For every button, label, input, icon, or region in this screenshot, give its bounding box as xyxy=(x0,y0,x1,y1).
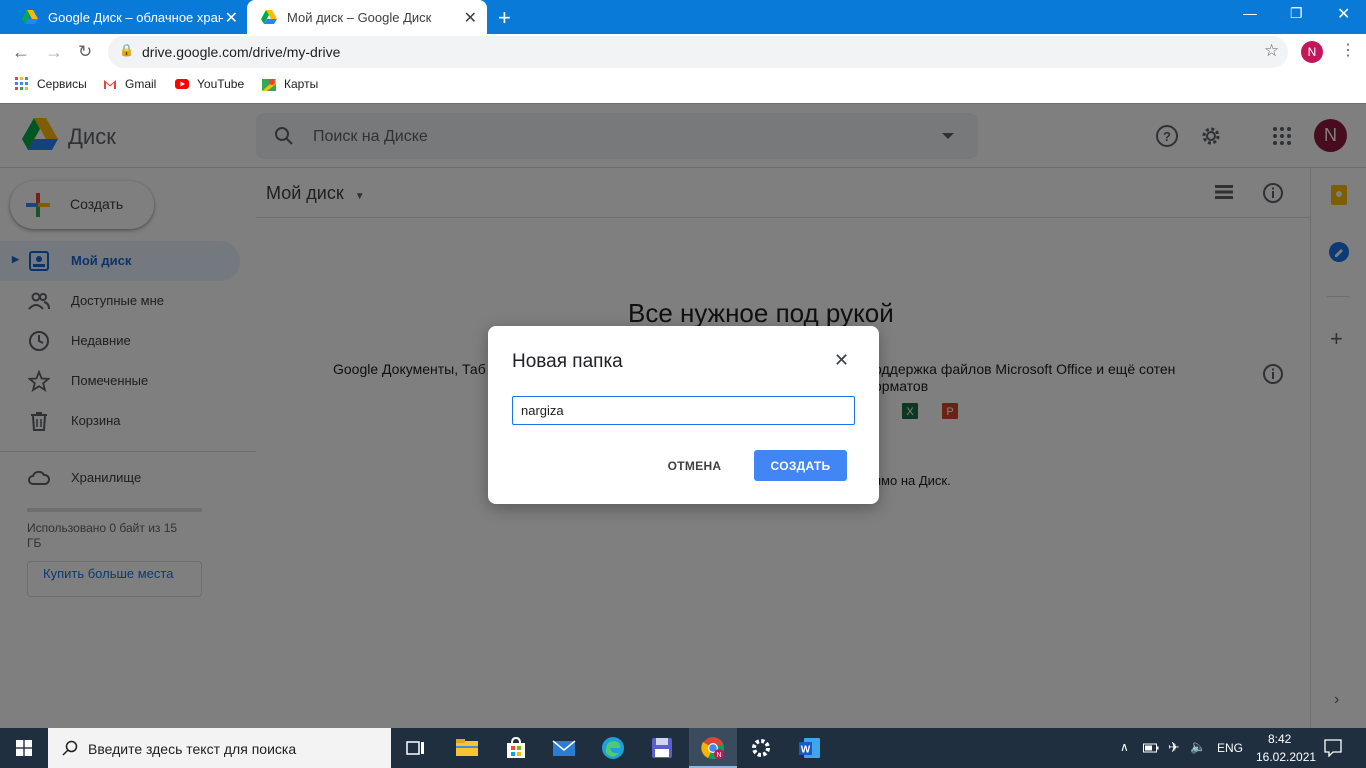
bookmark-label: Сервисы xyxy=(37,77,87,91)
taskbar-search-box[interactable]: Введите здесь текст для поиска xyxy=(48,728,391,768)
browser-tab-strip: Google Диск – облачное хранил ✕ Мой диск… xyxy=(0,0,1366,34)
url-text[interactable]: drive.google.com/drive/my-drive xyxy=(142,44,340,60)
clock-time[interactable]: 8:42 xyxy=(1268,732,1291,746)
battery-icon[interactable] xyxy=(1143,742,1159,754)
minimize-icon[interactable]: — xyxy=(1243,5,1257,21)
store-icon[interactable] xyxy=(504,736,528,760)
chrome-icon: N xyxy=(701,737,724,760)
notifications-icon[interactable] xyxy=(1324,739,1342,757)
menu-kebab-icon[interactable]: ⋮ xyxy=(1340,40,1356,60)
bookmark-item[interactable]: Сервисы xyxy=(15,77,87,91)
windows-taskbar: Введите здесь текст для поиска N W ∧ ✈ 🔈… xyxy=(0,728,1366,768)
gmail-icon xyxy=(104,80,116,89)
bookmark-item[interactable]: YouTube xyxy=(175,77,244,91)
tab-title: Google Диск – облачное хранил xyxy=(48,9,223,25)
show-hidden-icons-icon[interactable]: ∧ xyxy=(1120,740,1129,754)
airplane-mode-icon[interactable]: ✈ xyxy=(1168,739,1180,756)
bookmark-item[interactable]: Карты xyxy=(262,77,318,91)
bookmark-star-icon[interactable]: ☆ xyxy=(1264,41,1279,61)
profile-avatar[interactable]: N xyxy=(1301,41,1323,63)
bookmark-item[interactable]: Gmail xyxy=(103,77,156,91)
new-folder-dialog: Новая папка ✕ ОТМЕНА СОЗДАТЬ xyxy=(488,326,879,504)
bookmarks-bar: Сервисы Gmail YouTube Карты xyxy=(0,70,1366,102)
bookmark-label: YouTube xyxy=(197,77,245,91)
clock-date[interactable]: 16.02.2021 xyxy=(1256,750,1316,764)
bookmark-label: Карты xyxy=(284,77,319,91)
windows-start-icon[interactable] xyxy=(16,740,32,756)
system-tray: ∧ ✈ 🔈 ENG 8:42 16.02.2021 xyxy=(1110,728,1366,768)
task-view-icon[interactable] xyxy=(404,736,428,760)
cancel-button[interactable]: ОТМЕНА xyxy=(653,450,736,481)
close-tab-icon[interactable]: ✕ xyxy=(225,8,238,28)
browser-tab[interactable]: Google Диск – облачное хранил ✕ xyxy=(8,0,248,34)
volume-icon[interactable]: 🔈 xyxy=(1190,739,1206,755)
save-floppy-icon[interactable] xyxy=(650,736,674,760)
browser-tab-active[interactable]: Мой диск – Google Диск ✕ xyxy=(247,0,487,34)
search-icon xyxy=(62,740,78,756)
settings-gear-icon[interactable] xyxy=(749,736,773,760)
drive-favicon-icon xyxy=(261,10,277,24)
new-tab-icon[interactable]: + xyxy=(498,5,511,31)
bookmark-label: Gmail xyxy=(125,77,157,91)
close-window-icon[interactable]: ✕ xyxy=(1337,4,1350,24)
lock-icon: 🔒 xyxy=(119,43,134,57)
apps-grid-icon xyxy=(15,77,28,90)
restore-icon[interactable]: ❐ xyxy=(1290,5,1303,22)
edge-icon[interactable] xyxy=(601,736,625,760)
svg-text:W: W xyxy=(801,745,811,756)
close-tab-icon[interactable]: ✕ xyxy=(464,8,477,28)
svg-text:N: N xyxy=(716,752,721,759)
youtube-icon xyxy=(175,79,189,89)
word-icon[interactable]: W xyxy=(798,736,822,760)
mail-icon[interactable] xyxy=(552,736,576,760)
taskbar-search-placeholder: Введите здесь текст для поиска xyxy=(88,741,297,757)
dialog-title: Новая папка xyxy=(512,351,623,372)
maps-icon xyxy=(262,79,276,91)
taskbar-active-app[interactable]: N xyxy=(689,728,737,768)
drive-favicon-icon xyxy=(22,10,38,24)
file-explorer-icon[interactable] xyxy=(455,736,479,760)
create-folder-button[interactable]: СОЗДАТЬ xyxy=(754,450,847,481)
browser-toolbar: ← → ↻ 🔒 drive.google.com/drive/my-drive … xyxy=(0,34,1366,70)
language-indicator[interactable]: ENG xyxy=(1217,741,1243,755)
back-icon[interactable]: ← xyxy=(12,42,30,63)
tab-title: Мой диск – Google Диск xyxy=(287,9,432,25)
reload-icon[interactable]: ↻ xyxy=(78,42,92,62)
close-icon[interactable]: ✕ xyxy=(834,350,849,371)
folder-name-input[interactable] xyxy=(512,396,855,425)
forward-icon[interactable]: → xyxy=(45,42,63,63)
